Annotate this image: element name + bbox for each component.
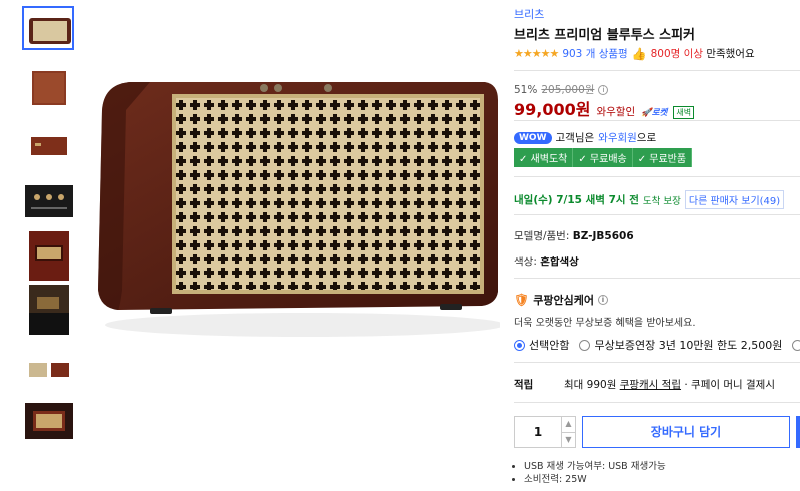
satisfaction-suffix: 만족했어요: [706, 48, 755, 60]
color-label: 색상:: [514, 256, 537, 268]
other-sellers-count: (49): [759, 196, 781, 207]
thumb-dark-controls-image: [25, 185, 73, 217]
info-icon[interactable]: i: [598, 84, 609, 95]
thumb-living-room[interactable]: [22, 282, 74, 335]
care-option-none[interactable]: 선택안함: [514, 337, 569, 353]
radio-icon[interactable]: [579, 339, 591, 351]
care-title: 쿠팡안심케어: [533, 294, 594, 307]
discount-row: 51% 205,000원 i: [514, 82, 609, 97]
color-row: 색상: 혼합색상: [514, 254, 579, 269]
rocket-badge: 🚀로켓: [641, 108, 668, 118]
brand-link[interactable]: 브리츠: [514, 6, 544, 22]
cash-link[interactable]: 쿠팡캐시 적립: [620, 377, 681, 392]
delivery-date: 내일(수) 7/15 새벽 7시 전: [514, 194, 639, 206]
divider: [514, 120, 800, 121]
wow-suffix: 으로: [636, 132, 657, 144]
star-rating: ★★★★★: [514, 47, 559, 60]
thumb-living-room-image: [29, 285, 69, 335]
benefit-dawn-delivery: ✓ 새벽도착: [514, 148, 574, 167]
wow-member-row: WOW 고객님은 와우회원 으로: [514, 130, 656, 145]
add-to-cart-button[interactable]: 장바구니 담기: [582, 416, 790, 448]
quantity-up-icon[interactable]: ▲: [562, 417, 575, 433]
divider: [514, 214, 800, 215]
thumb-dark-box[interactable]: [22, 398, 74, 442]
radio-icon[interactable]: [792, 339, 800, 351]
product-info-panel: 브리츠 브리츠 프리미엄 블루투스 스피커 ★★★★★ 903 개 상품평 👍 …: [514, 0, 800, 491]
thumb-speaker-front[interactable]: [22, 6, 74, 50]
other-sellers-label: 다른 판매자 보기: [688, 196, 760, 207]
care-info-icon[interactable]: i: [597, 295, 608, 305]
care-options: 선택안함 무상보증연장 3년 10만원 한도 2,500원: [514, 337, 800, 353]
thumb-two-colors-image: [29, 363, 69, 377]
benefit-tags: ✓ 새벽도착 ✓ 무료배송 ✓ 무료반품: [514, 148, 693, 167]
points-row: 적립 최대 990원 쿠팡캐시 적립 · 쿠페이 머니 결제시: [514, 377, 775, 392]
color-value: 혼합색상: [540, 256, 579, 268]
care-option-more[interactable]: [792, 337, 800, 353]
spec-bullets: USB 재생 가능여부: USB 재생가능 소비전력: 25W: [524, 460, 666, 486]
thumb-wood-side[interactable]: [22, 122, 74, 166]
quantity-buttons: ▲ ▼: [561, 417, 575, 447]
care-header: 🛡 쿠팡안심케어 i: [514, 292, 608, 308]
divider: [514, 402, 800, 403]
points-max: 최대 990원: [564, 379, 617, 391]
rating-row: ★★★★★ 903 개 상품평 👍 800명 이상 만족했어요: [514, 46, 755, 61]
care-option-3yr-label: 무상보증연장 3년 10만원 한도 2,500원: [594, 339, 783, 352]
spec-bullet: USB 재생 가능여부: USB 재생가능: [524, 460, 666, 473]
dawn-badge: 새벽: [673, 106, 695, 119]
model-row: 모델명/품번: BZ-JB5606: [514, 228, 634, 243]
points-label: 적립: [514, 379, 534, 391]
thumb-two-colors[interactable]: [22, 348, 74, 392]
model-value: BZ-JB5606: [572, 230, 634, 242]
delivery-row: 내일(수) 7/15 새벽 7시 전 도착 보장 다른 판매자 보기(49): [514, 190, 785, 209]
wow-prefix: 고객님은: [555, 132, 595, 144]
quantity-value[interactable]: 1: [515, 417, 561, 447]
points-pay: · 쿠페이 머니 결제시: [684, 379, 775, 391]
buy-now-button[interactable]: [796, 416, 800, 448]
care-option-none-label: 선택안함: [529, 339, 570, 352]
care-description: 더욱 오랫동안 무상보증 혜택을 받아보세요.: [514, 318, 696, 329]
thumb-wood-back-image: [32, 71, 66, 105]
divider: [514, 176, 800, 177]
review-count-link[interactable]: 903 개 상품평: [562, 46, 627, 61]
divider: [514, 362, 800, 363]
shield-icon: 🛡: [514, 293, 530, 307]
benefit-free-shipping: ✓ 무료배송: [573, 148, 633, 167]
divider: [514, 70, 800, 71]
thumb-speaker-front-image: [29, 18, 71, 44]
product-title: 브리츠 프리미엄 블루투스 스피커: [514, 28, 696, 43]
satisfaction-text: 800명 이상 만족했어요: [651, 46, 755, 61]
radio-checked-icon[interactable]: [514, 339, 525, 351]
delivery-guarantee: 도착 보장: [642, 195, 681, 207]
thumb-dark-box-image: [25, 403, 73, 439]
thumb-red-room-image: [29, 231, 69, 281]
quantity-down-icon[interactable]: ▼: [562, 433, 575, 448]
thumb-wood-side-image: [31, 137, 67, 155]
divider: [514, 278, 800, 279]
care-option-3yr[interactable]: 무상보증연장 3년 10만원 한도 2,500원: [579, 337, 782, 353]
product-main-image: [98, 82, 500, 337]
model-label: 모델명/품번:: [514, 230, 570, 242]
spec-bullet: 소비전력: 25W: [524, 473, 666, 486]
discount-rate: 51%: [514, 83, 538, 96]
benefit-free-return: ✓ 무료반품: [632, 148, 693, 167]
original-price: 205,000원: [541, 84, 595, 96]
wow-member-link[interactable]: 와우회원: [598, 130, 637, 145]
thumb-wood-back[interactable]: [22, 64, 74, 108]
quantity-stepper[interactable]: 1 ▲ ▼: [514, 416, 576, 448]
price-row: 99,000원 와우할인 🚀로켓 새벽: [514, 96, 695, 120]
sale-price: 99,000원: [514, 100, 591, 119]
wow-discount-label: 와우할인: [596, 106, 636, 118]
thumb-dark-controls[interactable]: [22, 178, 74, 222]
thumbs-up-icon: 👍: [631, 46, 647, 61]
other-sellers-button[interactable]: 다른 판매자 보기(49): [684, 190, 785, 209]
satisfaction-count: 800명 이상: [650, 48, 703, 60]
wow-badge: WOW: [514, 131, 552, 144]
thumb-red-room[interactable]: [22, 228, 74, 281]
